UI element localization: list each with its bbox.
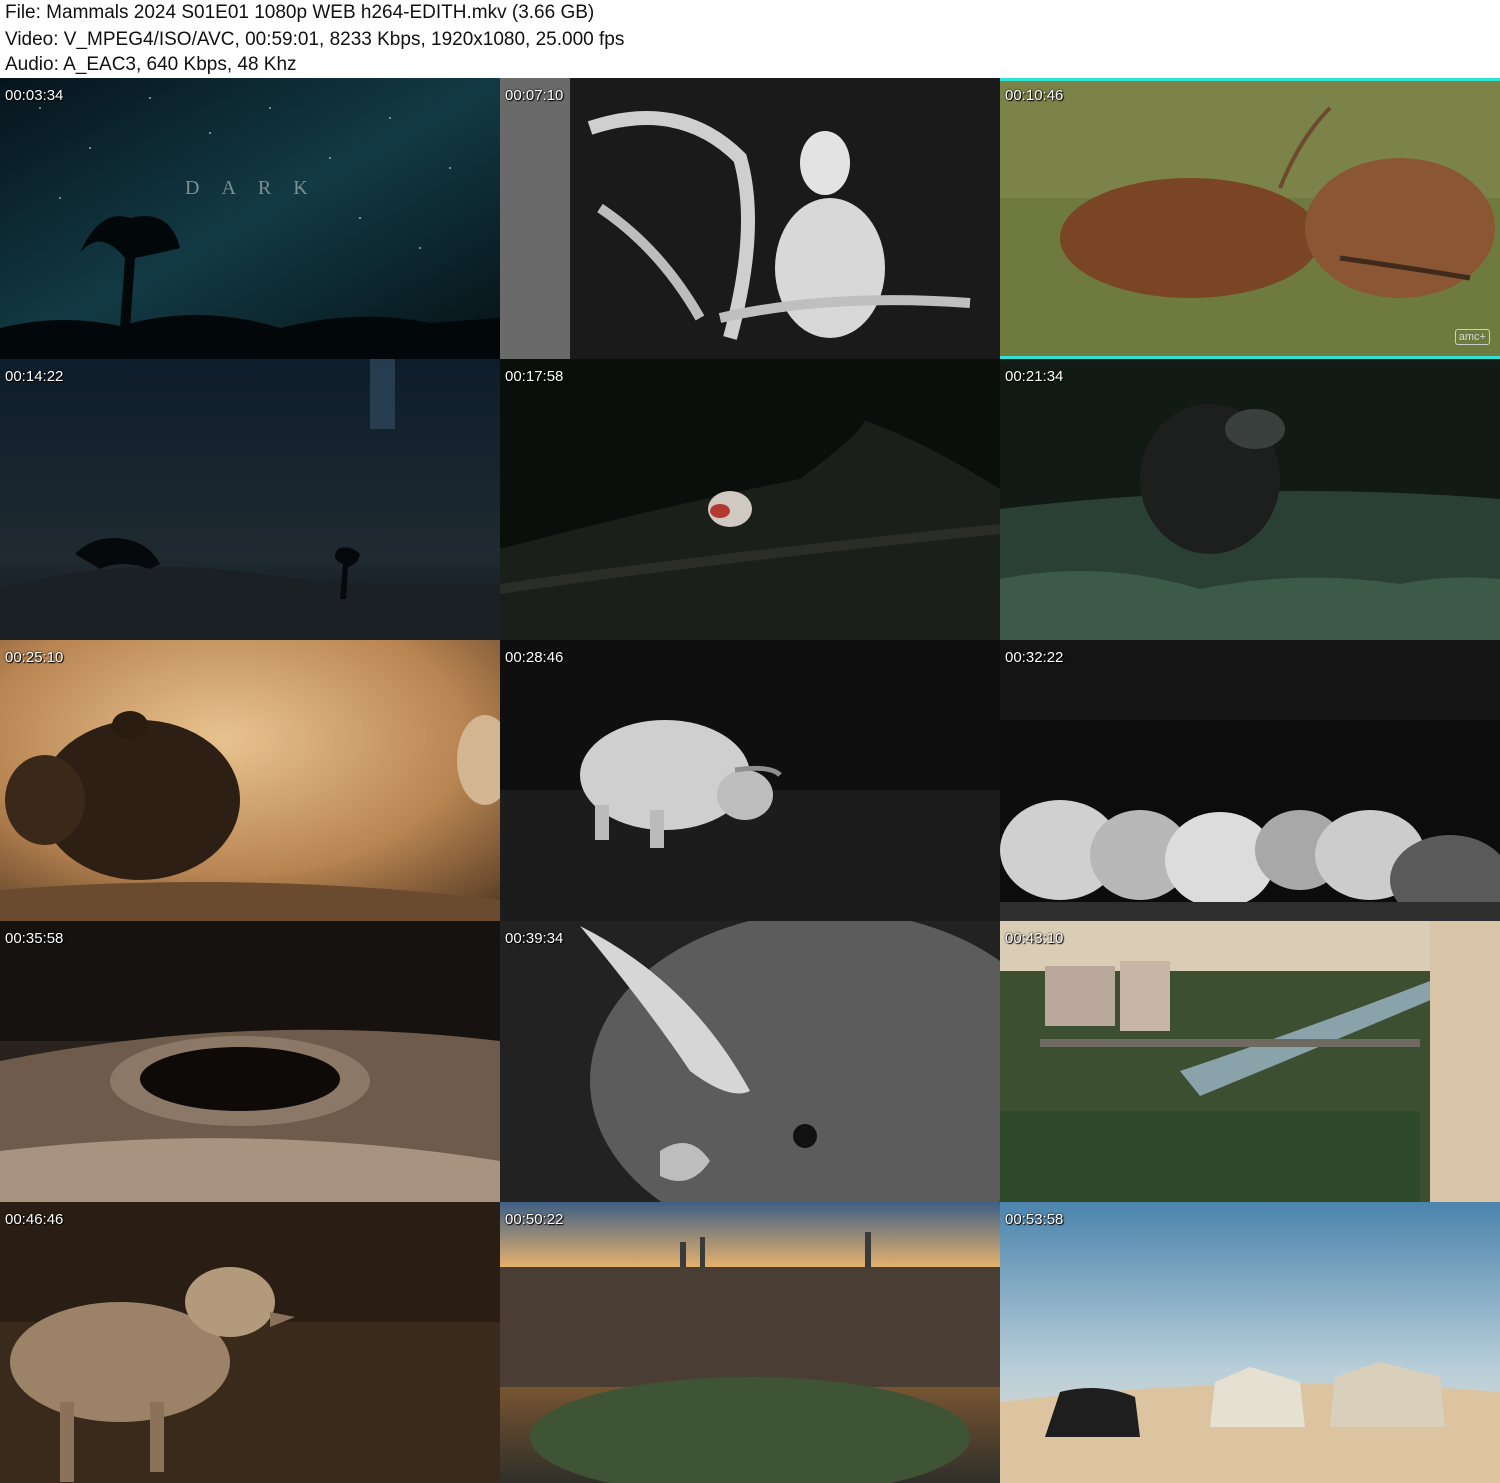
- frame-timestamp: 00:35:58: [5, 930, 64, 947]
- frame-thumbnail-thermal-herd[interactable]: 00:32:22: [1000, 640, 1500, 921]
- frame-thumbnail-city-river[interactable]: 00:43:10: [1000, 921, 1500, 1202]
- frame-timestamp: 00:10:46: [1005, 87, 1064, 104]
- mole-closeup-image: [500, 921, 1000, 1202]
- frame-thumbnail-coyote[interactable]: 00:46:46: [0, 1202, 500, 1483]
- episode-title-overlay: DARK: [185, 177, 330, 199]
- city-river-image: [1000, 921, 1500, 1202]
- frame-thumbnail-desert-night[interactable]: 00:14:22: [0, 359, 500, 640]
- frame-timestamp: 00:03:34: [5, 87, 64, 104]
- video-info-line: Video: V_MPEG4/ISO/AVC, 00:59:01, 8233 K…: [5, 29, 625, 50]
- broadcaster-logo: amc+: [1454, 329, 1490, 345]
- desert-night-image: [0, 359, 500, 640]
- coyote-image: [0, 1202, 500, 1483]
- frame-thumbnail-burrow[interactable]: 00:35:58: [0, 921, 500, 1202]
- city-sunrise-image: [500, 1202, 1000, 1483]
- desert-camp-image: [1000, 1202, 1500, 1483]
- mammal-in-grass-image: [1000, 359, 1500, 640]
- frame-timestamp: 00:14:22: [5, 368, 64, 385]
- frame-thumbnail-thermal-buffalo[interactable]: 00:28:46: [500, 640, 1000, 921]
- frame-thumbnail-small-rodent[interactable]: 00:17:58: [500, 359, 1000, 640]
- frame-timestamp: 00:43:10: [1005, 930, 1064, 947]
- burrow-image: [0, 921, 500, 1202]
- frame-timestamp: 00:07:10: [505, 87, 564, 104]
- frame-timestamp: 00:39:34: [505, 930, 564, 947]
- frame-thumbnail-mole-closeup[interactable]: 00:39:34: [500, 921, 1000, 1202]
- small-rodent-image: [500, 359, 1000, 640]
- frame-thumbnail-hyena-dust[interactable]: 00:25:10: [0, 640, 500, 921]
- accent-bar-bottom: [1000, 356, 1500, 359]
- frame-timestamp: 00:32:22: [1005, 649, 1064, 666]
- frame-timestamp: 00:53:58: [1005, 1211, 1064, 1228]
- frame-thumbnail-thermal-primate[interactable]: 00:07:10: [500, 78, 1000, 359]
- frame-timestamp: 00:46:46: [5, 1211, 64, 1228]
- thermal-buffalo-image: [500, 640, 1000, 921]
- frame-thumbnail-mammal-in-grass[interactable]: 00:21:34: [1000, 359, 1500, 640]
- hyena-dust-image: [0, 640, 500, 921]
- audio-info-line: Audio: A_EAC3, 640 Kbps, 48 Khz: [5, 54, 297, 75]
- frame-thumbnail-elk-fight[interactable]: amc+ 00:10:46: [1000, 78, 1500, 359]
- thermal-herd-image: [1000, 640, 1500, 921]
- frame-timestamp: 00:21:34: [1005, 368, 1064, 385]
- elk-fight-image: [1000, 78, 1500, 359]
- frame-thumbnail-night-sky[interactable]: DARK 00:03:34: [0, 78, 500, 359]
- frame-timestamp: 00:17:58: [505, 368, 564, 385]
- file-info-line: File: Mammals 2024 S01E01 1080p WEB h264…: [5, 2, 595, 23]
- frame-timestamp: 00:50:22: [505, 1211, 564, 1228]
- frame-timestamp: 00:28:46: [505, 649, 564, 666]
- file-info-header: File: Mammals 2024 S01E01 1080p WEB h264…: [0, 0, 1500, 78]
- frame-timestamp: 00:25:10: [5, 649, 64, 666]
- frame-thumbnail-desert-camp[interactable]: 00:53:58: [1000, 1202, 1500, 1483]
- thumbnail-grid: DARK 00:03:34 00:07:10 amc+ 00:10:46 00:…: [0, 78, 1500, 1483]
- frame-thumbnail-city-sunrise[interactable]: 00:50:22: [500, 1202, 1000, 1483]
- night-sky-image: [0, 78, 500, 359]
- thermal-primate-image: [500, 78, 1000, 359]
- accent-bar-top: [1000, 78, 1500, 81]
